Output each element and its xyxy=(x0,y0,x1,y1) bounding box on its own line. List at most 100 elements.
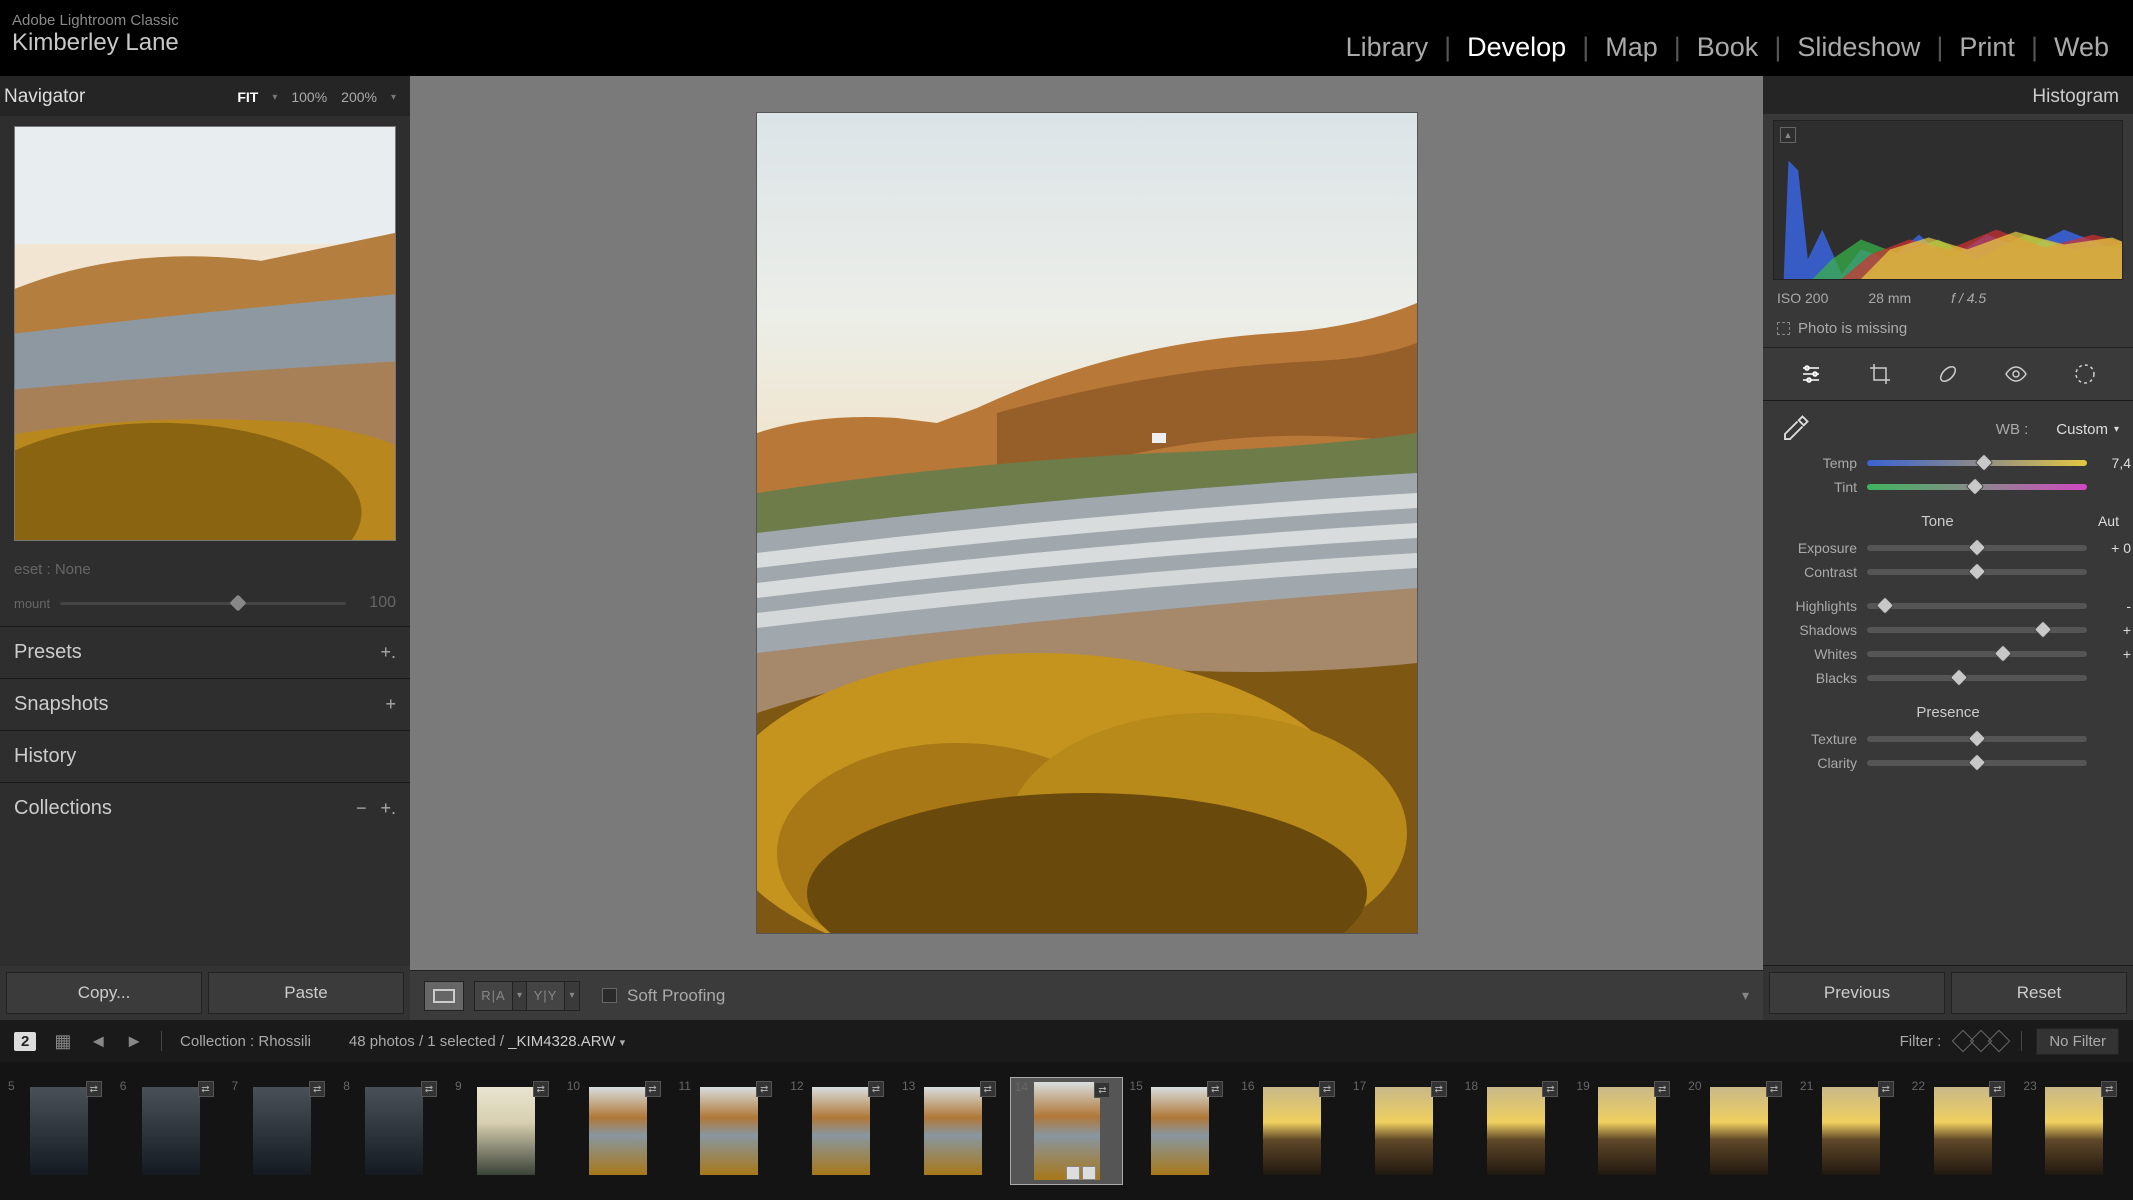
toolbar-collapse-icon[interactable]: ▾ xyxy=(1742,987,1749,1004)
masking-icon[interactable] xyxy=(2071,360,2099,388)
filmstrip-thumb[interactable]: 6 ⇄ xyxy=(116,1077,226,1185)
add-icon[interactable]: +. xyxy=(380,642,396,663)
filmstrip-thumb[interactable]: 22 ⇄ xyxy=(1908,1077,2018,1185)
filmstrip-thumb[interactable]: 16 ⇄ xyxy=(1237,1077,1347,1185)
shadows-slider[interactable] xyxy=(1867,627,2087,633)
canvas-area[interactable] xyxy=(410,76,1763,970)
filmstrip-thumb[interactable]: 20 ⇄ xyxy=(1684,1077,1794,1185)
temp-slider-thumb[interactable] xyxy=(1974,453,1992,471)
soft-proof-checkbox[interactable] xyxy=(602,988,617,1003)
reset-button[interactable]: Reset xyxy=(1951,972,2127,1014)
filmstrip-thumb[interactable]: 7 ⇄ xyxy=(228,1077,338,1185)
temp-slider[interactable] xyxy=(1867,460,2087,466)
blacks-slider[interactable] xyxy=(1867,675,2087,681)
collections-section[interactable]: Collections −+. xyxy=(0,782,410,834)
highlights-slider-thumb[interactable] xyxy=(1875,596,1893,614)
filmstrip-thumb[interactable]: 8 ⇄ xyxy=(339,1077,449,1185)
exposure-slider[interactable] xyxy=(1867,545,2087,551)
tab-slideshow[interactable]: Slideshow xyxy=(1793,32,1924,63)
filmstrip-thumb[interactable]: 13 ⇄ xyxy=(898,1077,1008,1185)
clarity-slider-thumb[interactable] xyxy=(1968,753,1986,771)
amount-slider-thumb[interactable] xyxy=(229,594,246,611)
whites-slider-thumb[interactable] xyxy=(1994,644,2012,662)
nav-forward-icon[interactable]: ► xyxy=(125,1031,143,1052)
highlights-slider[interactable] xyxy=(1867,603,2087,609)
copy-button[interactable]: Copy... xyxy=(6,972,202,1014)
filmstrip-thumb[interactable]: 5 ⇄ xyxy=(4,1077,114,1185)
tint-slider-thumb[interactable] xyxy=(1966,477,1984,495)
reference-view-icon[interactable]: R|A xyxy=(475,982,513,1010)
tab-book[interactable]: Book xyxy=(1693,32,1763,63)
zoom-dropdown-icon[interactable]: ▾ xyxy=(391,92,396,103)
zoom-200[interactable]: 200% xyxy=(341,89,377,105)
blacks-slider-thumb[interactable] xyxy=(1950,668,1968,686)
filter-label: Filter : xyxy=(1900,1033,1942,1050)
shadows-slider-thumb[interactable] xyxy=(2034,620,2052,638)
snapshots-section[interactable]: Snapshots + xyxy=(0,678,410,730)
texture-slider-thumb[interactable] xyxy=(1968,729,1986,747)
contrast-slider[interactable] xyxy=(1867,569,2087,575)
filmstrip-thumb[interactable]: 21 ⇄ xyxy=(1796,1077,1906,1185)
thumb-number: 14 xyxy=(1015,1080,1028,1094)
filmstrip[interactable]: 5 ⇄ 6 ⇄ 7 ⇄ 8 ⇄ 9 ⇄ 10 ⇄ 11 ⇄ 12 ⇄ 13 ⇄ … xyxy=(0,1062,2133,1200)
healing-icon[interactable] xyxy=(1934,360,1962,388)
wb-dropdown[interactable]: Custom▾ xyxy=(2056,421,2119,438)
filmstrip-thumb[interactable]: 19 ⇄ xyxy=(1572,1077,1682,1185)
thumb-number: 16 xyxy=(1241,1079,1254,1093)
add-icon[interactable]: + xyxy=(385,694,396,715)
paste-button[interactable]: Paste xyxy=(208,972,404,1014)
ba-dropdown-icon[interactable]: ▾ xyxy=(565,982,579,1010)
filmstrip-thumb[interactable]: 12 ⇄ xyxy=(786,1077,896,1185)
add-icon[interactable]: +. xyxy=(380,798,396,819)
amount-slider[interactable] xyxy=(60,602,346,605)
remove-icon[interactable]: − xyxy=(356,798,367,819)
presets-section[interactable]: Presets +. xyxy=(0,626,410,678)
filmstrip-thumb[interactable]: 15 ⇄ xyxy=(1125,1077,1235,1185)
soft-proofing-toggle[interactable]: Soft Proofing xyxy=(602,986,725,1006)
edit-sliders-icon[interactable] xyxy=(1797,360,1825,388)
zoom-fit-dropdown-icon[interactable]: ▾ xyxy=(272,92,277,103)
tab-print[interactable]: Print xyxy=(1955,32,2019,63)
grid-view-icon[interactable]: ▦ xyxy=(54,1031,71,1052)
navigator-preview[interactable] xyxy=(14,126,396,541)
filter-flags[interactable] xyxy=(1955,1033,2007,1049)
filmstrip-thumb[interactable]: 17 ⇄ xyxy=(1349,1077,1459,1185)
shadow-clip-icon[interactable] xyxy=(1780,127,1796,143)
filmstrip-thumb[interactable]: 10 ⇄ xyxy=(563,1077,673,1185)
filmstrip-thumb[interactable]: 18 ⇄ xyxy=(1461,1077,1571,1185)
history-section[interactable]: History xyxy=(0,730,410,782)
tab-map[interactable]: Map xyxy=(1601,32,1662,63)
main-photo[interactable] xyxy=(757,113,1417,933)
before-after-icon[interactable]: Y|Y xyxy=(527,982,565,1010)
collection-path[interactable]: Collection : Rhossili xyxy=(180,1033,311,1050)
secondary-display-badge[interactable]: 2 xyxy=(14,1032,36,1051)
current-filename[interactable]: _KIM4328.ARW xyxy=(508,1033,615,1050)
filmstrip-thumb[interactable]: 9 ⇄ xyxy=(451,1077,561,1185)
auto-tone-button[interactable]: Aut xyxy=(2098,513,2119,530)
filmstrip-thumb[interactable]: 11 ⇄ xyxy=(675,1077,785,1185)
tab-web[interactable]: Web xyxy=(2050,32,2113,63)
tab-develop[interactable]: Develop xyxy=(1463,32,1570,63)
clarity-slider[interactable] xyxy=(1867,760,2087,766)
tab-library[interactable]: Library xyxy=(1342,32,1433,63)
filter-preset-dropdown[interactable]: No Filter xyxy=(2036,1028,2119,1055)
nav-back-icon[interactable]: ◄ xyxy=(89,1031,107,1052)
filename-dropdown-icon[interactable]: ▾ xyxy=(620,1037,626,1049)
filmstrip-thumb[interactable]: 14 ⇄ xyxy=(1010,1077,1124,1185)
loupe-view-icon[interactable] xyxy=(425,982,463,1010)
previous-button[interactable]: Previous xyxy=(1769,972,1945,1014)
tint-slider[interactable] xyxy=(1867,484,2087,490)
zoom-100[interactable]: 100% xyxy=(291,89,327,105)
crop-icon[interactable] xyxy=(1866,360,1894,388)
wb-eyedropper-icon[interactable] xyxy=(1777,411,1813,447)
whites-slider[interactable] xyxy=(1867,651,2087,657)
filmstrip-thumb[interactable]: 23 ⇄ xyxy=(2019,1077,2129,1185)
ref-dropdown-icon[interactable]: ▾ xyxy=(513,982,527,1010)
contrast-slider-thumb[interactable] xyxy=(1968,562,1986,580)
texture-slider[interactable] xyxy=(1867,736,2087,742)
redeye-icon[interactable] xyxy=(2002,360,2030,388)
histogram[interactable] xyxy=(1773,120,2123,280)
flag-reject-icon[interactable] xyxy=(1988,1030,2011,1053)
zoom-fit[interactable]: FIT xyxy=(237,89,258,105)
exposure-slider-thumb[interactable] xyxy=(1968,538,1986,556)
